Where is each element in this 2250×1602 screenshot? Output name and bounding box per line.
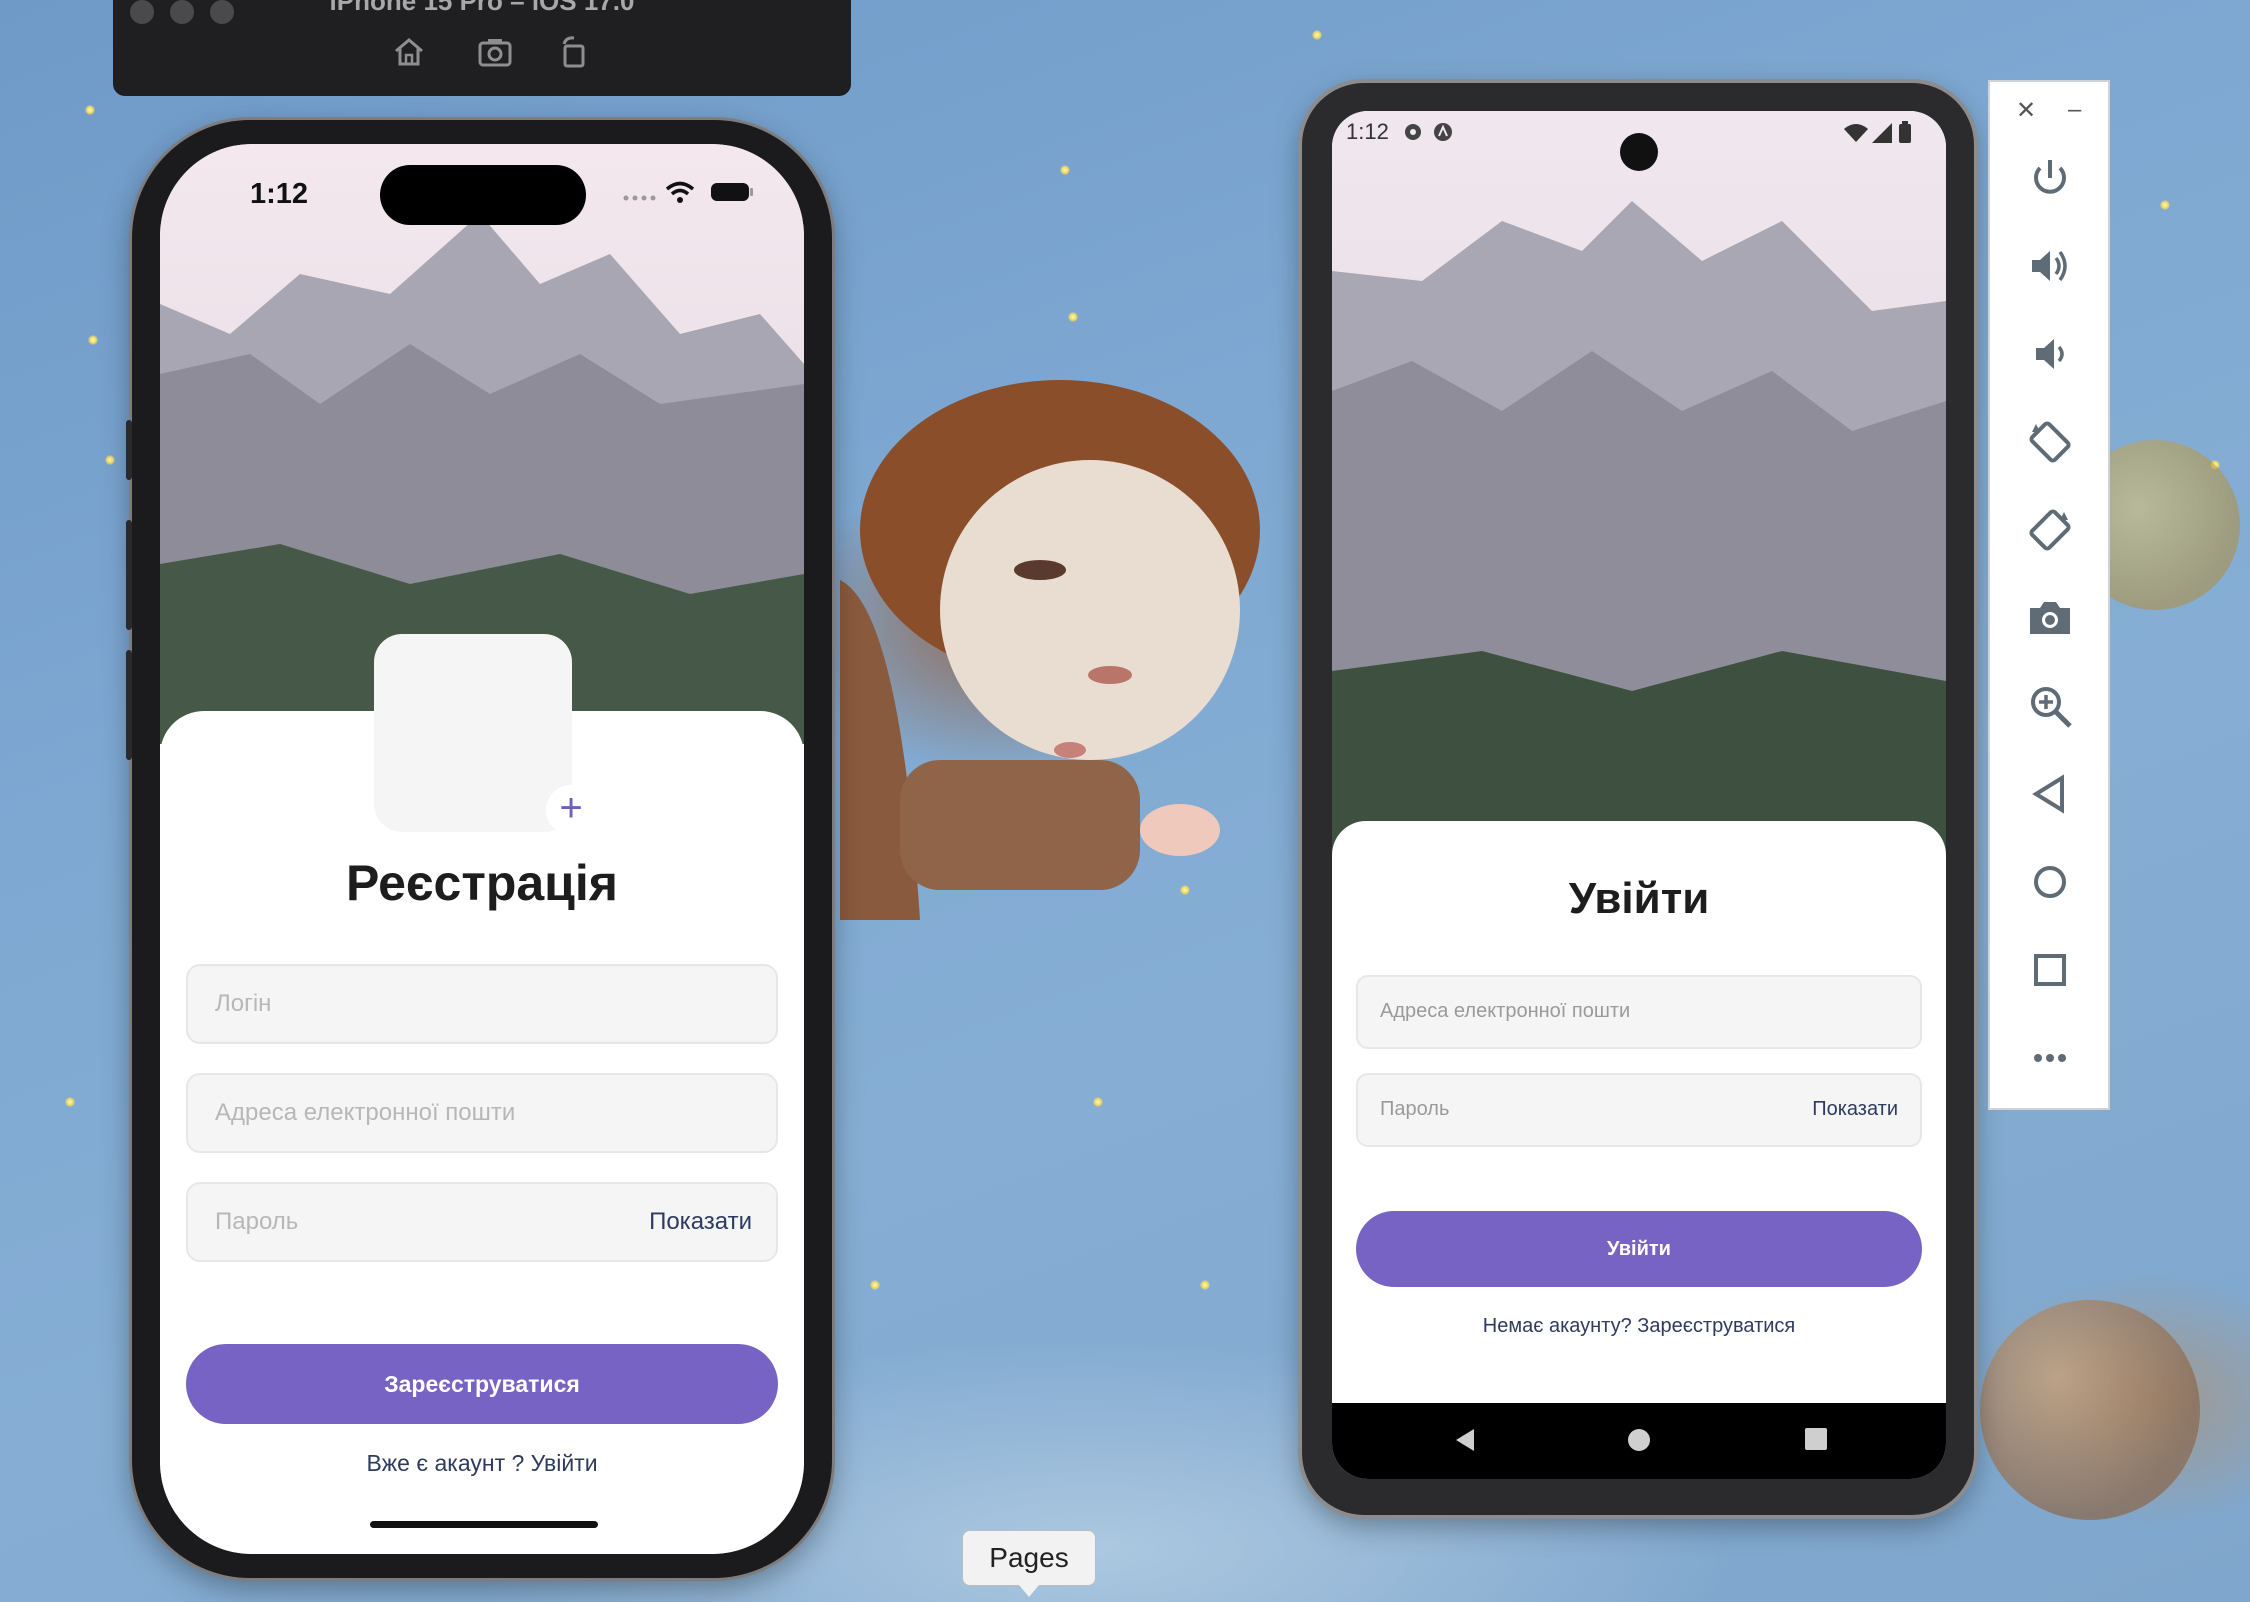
front-camera xyxy=(1620,133,1658,171)
login-button[interactable]: Увійти xyxy=(1356,1211,1922,1287)
login-input[interactable]: Логін xyxy=(186,964,778,1044)
power-icon[interactable] xyxy=(2026,154,2074,202)
minimize-icon[interactable]: – xyxy=(2068,96,2081,124)
screenshot-icon[interactable] xyxy=(477,34,513,70)
nav-back-icon[interactable] xyxy=(1452,1427,1478,1458)
cellular-signal-icon xyxy=(623,195,656,201)
email-placeholder: Адреса електронної пошти xyxy=(215,1099,516,1126)
show-password-button[interactable]: Показати xyxy=(1812,1098,1898,1121)
page-title: Реєстрація xyxy=(346,855,618,911)
email-input[interactable]: Адреса електронної пошти xyxy=(1356,975,1922,1049)
email-input[interactable]: Адреса електронної пошти xyxy=(186,1073,778,1153)
volume-down-icon[interactable] xyxy=(2026,330,2074,378)
overview-icon[interactable] xyxy=(2026,946,2074,994)
password-placeholder: Пароль xyxy=(215,1208,299,1235)
status-bar-time: 1:12 xyxy=(1346,119,1389,144)
volume-up-button xyxy=(126,520,132,630)
android-navigation-bar xyxy=(1332,1403,1946,1479)
battery-icon xyxy=(711,183,753,201)
camera-icon[interactable] xyxy=(2026,594,2074,642)
settings-status-icon xyxy=(1405,124,1421,140)
dynamic-island xyxy=(380,165,586,225)
password-input[interactable]: Пароль Показати xyxy=(1356,1073,1922,1147)
register-button[interactable]: Зареєструватися xyxy=(186,1344,778,1424)
login-placeholder: Логін xyxy=(215,990,272,1017)
home-icon[interactable] xyxy=(2026,858,2074,906)
wifi-icon xyxy=(1844,124,1868,142)
accessibility-status-icon xyxy=(1434,123,1452,141)
battery-icon xyxy=(1899,121,1911,143)
avatar-upload-placeholder[interactable] xyxy=(374,634,572,832)
status-bar-time: 1:12 xyxy=(250,178,309,210)
show-password-button[interactable]: Показати xyxy=(649,1208,752,1236)
back-icon[interactable] xyxy=(2026,770,2074,818)
nav-overview-icon[interactable] xyxy=(1804,1427,1828,1456)
ios-screen: 1:12 + Реєстрація Логін Адреса електронн… xyxy=(160,144,804,1554)
email-placeholder: Адреса електронної пошти xyxy=(1380,1000,1631,1022)
rotate-right-icon[interactable] xyxy=(2026,506,2074,554)
emulator-side-toolbar: ✕ – xyxy=(1988,80,2110,1110)
iphone-simulator-device: 1:12 + Реєстрація Логін Адреса електронн… xyxy=(126,120,832,1578)
wallpaper-character-illustration xyxy=(840,380,1260,920)
rotate-icon[interactable] xyxy=(556,34,592,70)
login-link[interactable]: Вже є акаунт ? Увійти xyxy=(160,1450,804,1477)
zoom-icon[interactable] xyxy=(2026,682,2074,730)
simulator-titlebar: iPhone 15 Pro – iOS 17.0 xyxy=(113,0,851,96)
android-screen: 1:12 Увійти Адреса електронної пошти Пар… xyxy=(1332,111,1946,1479)
cellular-signal-icon xyxy=(1872,123,1892,143)
password-placeholder: Пароль xyxy=(1380,1098,1450,1120)
add-avatar-plus-icon[interactable]: + xyxy=(546,785,596,835)
close-icon[interactable]: ✕ xyxy=(2016,96,2036,125)
page-title: Увійти xyxy=(1568,874,1710,923)
action-button xyxy=(126,420,132,480)
rotate-left-icon[interactable] xyxy=(2026,418,2074,466)
register-link[interactable]: Немає акаунту? Зареєструватися xyxy=(1332,1315,1946,1338)
more-icon[interactable] xyxy=(2026,1034,2074,1082)
password-input[interactable]: Пароль Показати xyxy=(186,1182,778,1262)
dock-tooltip: Pages xyxy=(962,1530,1096,1597)
mountain-background-image xyxy=(1332,111,1946,871)
nav-home-icon[interactable] xyxy=(1626,1427,1652,1458)
android-emulator-device: 1:12 Увійти Адреса електронної пошти Пар… xyxy=(1302,83,1974,1515)
home-icon[interactable] xyxy=(391,34,427,70)
simulator-title: iPhone 15 Pro – iOS 17.0 xyxy=(329,0,635,16)
volume-down-button xyxy=(126,650,132,760)
volume-up-icon[interactable] xyxy=(2026,242,2074,290)
wifi-icon xyxy=(665,181,695,203)
home-indicator[interactable] xyxy=(370,1521,598,1528)
